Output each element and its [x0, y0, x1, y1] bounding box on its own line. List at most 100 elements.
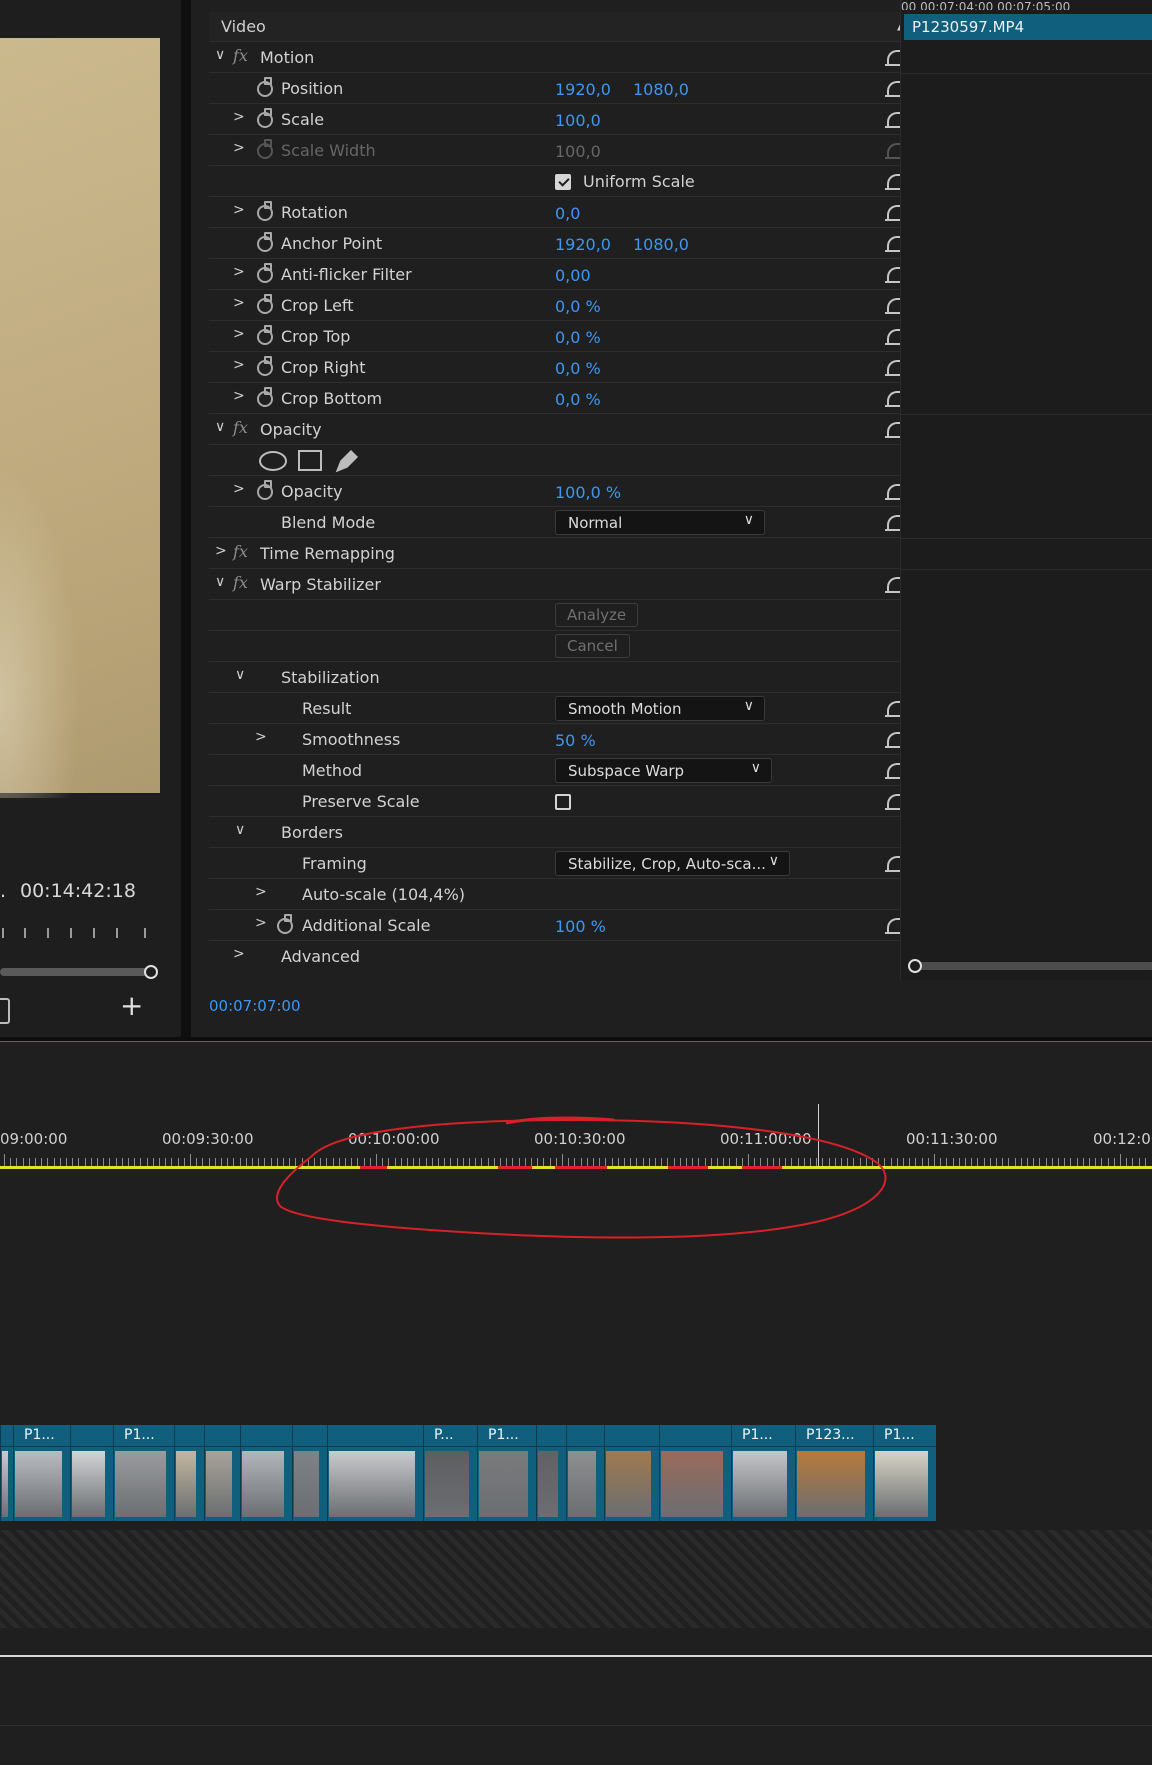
chevron-down-icon: ∨	[743, 698, 754, 714]
timeline-clip[interactable]	[566, 1425, 604, 1521]
group-advanced[interactable]: > Advanced	[209, 941, 918, 971]
chevron-down-icon[interactable]: ∨	[215, 419, 225, 435]
chevron-right-icon[interactable]: >	[233, 357, 245, 373]
add-button-icon[interactable]: +	[120, 992, 143, 1020]
timeline-clip[interactable]: P1...	[873, 1425, 936, 1521]
ec-zoom-scrollbar[interactable]	[915, 962, 1152, 970]
chevron-right-icon[interactable]: >	[233, 388, 245, 404]
crop-left-value[interactable]: 0,0 %	[555, 297, 601, 316]
rectangle-mask-icon[interactable]	[298, 450, 322, 471]
stopwatch-icon[interactable]	[257, 232, 273, 252]
framing-dropdown[interactable]: Stabilize, Crop, Auto-sca... ∨	[555, 851, 790, 876]
stopwatch-icon[interactable]	[277, 914, 293, 934]
rotation-value[interactable]: 0,0	[555, 204, 580, 223]
opacity-value[interactable]: 100,0 %	[555, 483, 621, 502]
clip-name	[71, 1425, 113, 1447]
timeline-clip[interactable]	[240, 1425, 292, 1521]
chevron-right-icon[interactable]: >	[233, 140, 245, 156]
effect-opacity[interactable]: ∨ fx Opacity	[209, 414, 918, 445]
fx-icon[interactable]: fx	[233, 573, 248, 592]
chevron-right-icon[interactable]: >	[255, 915, 267, 931]
smoothness-value[interactable]: 50 %	[555, 731, 596, 750]
group-stabilization[interactable]: ∨ Stabilization	[209, 662, 918, 693]
timeline-clip[interactable]: P...	[423, 1425, 477, 1521]
stopwatch-icon[interactable]	[257, 263, 273, 283]
uniform-scale-checkbox[interactable]	[555, 174, 571, 190]
timeline-clip[interactable]	[536, 1425, 566, 1521]
crop-top-value[interactable]: 0,0 %	[555, 328, 601, 347]
position-y-value[interactable]: 1080,0	[633, 80, 689, 99]
preserve-scale-checkbox[interactable]	[555, 794, 571, 810]
timeline-clip[interactable]: P1...	[477, 1425, 536, 1521]
chevron-right-icon[interactable]: >	[255, 729, 267, 745]
timeline-clip[interactable]	[604, 1425, 659, 1521]
pen-mask-icon[interactable]	[335, 449, 359, 473]
chevron-down-icon[interactable]: ∨	[235, 667, 245, 683]
stopwatch-icon[interactable]	[257, 387, 273, 407]
chevron-right-icon[interactable]: >	[233, 326, 245, 342]
video-frame[interactable]	[0, 38, 160, 798]
timeline-clip[interactable]	[292, 1425, 327, 1521]
stopwatch-icon[interactable]	[257, 480, 273, 500]
fx-icon[interactable]: fx	[233, 542, 248, 561]
stopwatch-icon[interactable]	[257, 356, 273, 376]
cancel-button[interactable]: Cancel	[555, 634, 630, 658]
additional-scale-value[interactable]: 100 %	[555, 917, 606, 936]
ellipse-mask-icon[interactable]	[259, 451, 287, 471]
chevron-right-icon[interactable]: >	[233, 295, 245, 311]
timeline-clip[interactable]	[70, 1425, 113, 1521]
position-x-value[interactable]: 1920,0	[555, 80, 611, 99]
blend-mode-dropdown[interactable]: Normal ∨	[555, 510, 765, 535]
effect-warp-stabilizer[interactable]: ∨ fx Warp Stabilizer	[209, 569, 918, 600]
timeline-clip[interactable]	[174, 1425, 204, 1521]
monitor-zoom-scrollbar[interactable]	[0, 968, 152, 976]
ec-clip-bar[interactable]: P1230597.MP4	[904, 14, 1152, 40]
crop-bottom-value[interactable]: 0,0 %	[555, 390, 601, 409]
analyze-button[interactable]: Analyze	[555, 603, 639, 627]
chevron-right-icon[interactable]: >	[233, 109, 245, 125]
anti-flicker-value[interactable]: 0,00	[555, 266, 591, 285]
fx-icon[interactable]: fx	[233, 418, 248, 437]
anchor-x-value[interactable]: 1920,0	[555, 235, 611, 254]
effect-motion[interactable]: ∨ fx Motion	[209, 42, 918, 73]
ec-current-time[interactable]: 00:07:07:00	[209, 997, 301, 1015]
timeline-clip[interactable]: P123...	[795, 1425, 873, 1521]
export-frame-icon[interactable]	[0, 998, 10, 1024]
timeline-clip[interactable]: P1...	[113, 1425, 174, 1521]
result-dropdown[interactable]: Smooth Motion ∨	[555, 696, 765, 721]
method-dropdown[interactable]: Subspace Warp ∨	[555, 758, 772, 783]
monitor-zoom-handle[interactable]	[144, 965, 158, 979]
group-borders[interactable]: ∨ Borders	[209, 817, 918, 848]
fx-icon[interactable]: fx	[233, 46, 248, 65]
crop-right-value[interactable]: 0,0 %	[555, 359, 601, 378]
chevron-right-icon[interactable]: >	[255, 884, 267, 900]
clip-thumbnail	[206, 1451, 232, 1517]
timeline-clip[interactable]: P1...	[13, 1425, 70, 1521]
stopwatch-icon[interactable]	[257, 325, 273, 345]
panel-divider[interactable]	[181, 0, 191, 1040]
ec-zoom-handle[interactable]	[908, 959, 922, 973]
timeline-clip[interactable]: P1...	[731, 1425, 795, 1521]
anchor-y-value[interactable]: 1080,0	[633, 235, 689, 254]
timeline-clip[interactable]	[0, 1425, 13, 1521]
chevron-right-icon[interactable]: >	[215, 543, 227, 559]
timeline-clip[interactable]	[204, 1425, 240, 1521]
chevron-right-icon[interactable]: >	[233, 202, 245, 218]
chevron-right-icon[interactable]: >	[233, 264, 245, 280]
timeline-clip[interactable]	[327, 1425, 423, 1521]
effect-time-remapping[interactable]: > fx Time Remapping	[209, 538, 918, 569]
chevron-down-icon[interactable]: ∨	[215, 47, 225, 63]
stopwatch-icon[interactable]	[257, 77, 273, 97]
chevron-right-icon[interactable]: >	[233, 481, 245, 497]
chevron-down-icon[interactable]: ∨	[215, 574, 225, 590]
ruler-tick	[1089, 1158, 1090, 1166]
chevron-right-icon[interactable]: >	[233, 946, 245, 962]
stopwatch-icon[interactable]	[257, 108, 273, 128]
timeline-clip[interactable]	[659, 1425, 731, 1521]
stopwatch-icon[interactable]	[257, 294, 273, 314]
group-auto-scale[interactable]: > Auto-scale (104,4%)	[209, 879, 918, 910]
stopwatch-icon[interactable]	[257, 201, 273, 221]
scale-value[interactable]: 100,0	[555, 111, 601, 130]
chevron-down-icon[interactable]: ∨	[235, 822, 245, 838]
ruler-label: 09:00:00	[0, 1130, 68, 1148]
